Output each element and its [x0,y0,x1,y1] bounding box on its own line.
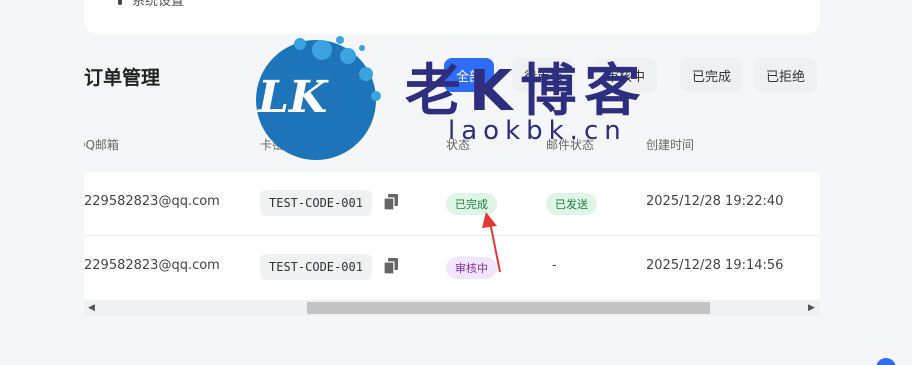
scroll-left-icon[interactable]: ◀ [88,303,95,313]
filter-completed[interactable]: 已完成 [680,58,744,92]
email-cell: 229582823@qq.com [84,194,220,209]
scrollbar-thumb[interactable] [307,302,710,314]
page-title: 订单管理 [84,67,161,89]
copy-icon[interactable] [384,258,398,274]
floating-button[interactable] [876,358,896,365]
copy-icon[interactable] [384,194,398,210]
card-code: TEST-CODE-001 [260,190,372,216]
mail-status-badge: 已发送 [546,193,597,215]
email-cell: 229582823@qq.com [84,258,220,273]
header-created: 创建时间 [646,138,695,152]
settings-label: 系统设置 [132,0,185,9]
created-cell: 2025/12/28 19:14:56 [646,258,784,273]
settings-icon [118,0,122,5]
watermark-url: laokbk.cn [448,116,627,146]
orders-table: QQ邮箱 卡密 状态 邮件状态 创建时间 229582823@qq.com TE… [84,120,820,318]
status-badge: 已完成 [446,193,497,215]
settings-card: 系统设置 [84,0,820,34]
watermark-logo-text: LK [258,72,328,123]
table-row[interactable]: 229582823@qq.com TEST-CODE-001 已完成 已发送 2… [84,172,820,236]
table-row[interactable]: 229582823@qq.com TEST-CODE-001 审核中 - 202… [84,236,820,300]
header-card-code: 卡密 [260,138,285,152]
header-email: QQ邮箱 [84,138,119,152]
mail-status-cell: - [552,258,557,273]
horizontal-scrollbar[interactable]: ◀ ▶ [84,300,820,316]
filter-rejected[interactable]: 已拒绝 [754,58,818,92]
card-code: TEST-CODE-001 [260,254,372,280]
created-cell: 2025/12/28 19:22:40 [646,194,784,209]
watermark-title: 老K博客 [405,59,649,124]
settings-item[interactable]: 系统设置 [118,0,184,9]
scroll-right-icon[interactable]: ▶ [808,303,815,313]
status-badge: 审核中 [446,257,497,279]
